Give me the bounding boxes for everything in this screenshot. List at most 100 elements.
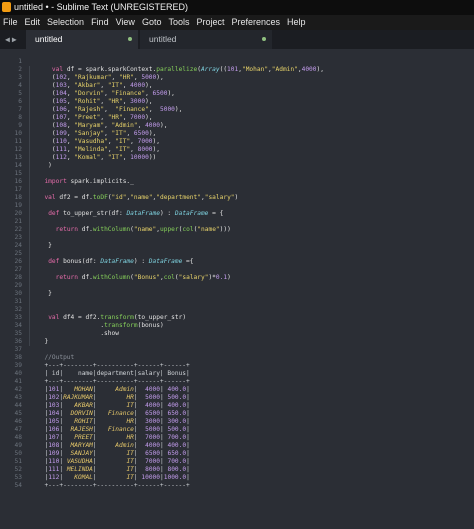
code-line[interactable]: //Output: [37, 354, 74, 362]
line-number: 6: [18, 98, 22, 105]
menu-bar: File Edit Selection Find View Goto Tools Projec…: [0, 15, 474, 30]
line-number: 43: [14, 394, 22, 401]
code-line[interactable]: (105, "Rohit", "HR", 3000),: [37, 98, 153, 106]
line-number: 37: [14, 346, 22, 353]
line-number: 50: [14, 450, 22, 457]
code-line[interactable]: import spark.implicits._: [37, 178, 133, 186]
code-line[interactable]: (112, "Komal", "IT", 10000)): [37, 154, 156, 162]
line-number: 16: [14, 178, 22, 185]
line-number: 38: [14, 354, 22, 361]
code-line[interactable]: |107| PREET| HR| 7000| 700.0|: [37, 434, 189, 442]
menu-project[interactable]: Project: [196, 17, 224, 27]
code-line[interactable]: |104| DORVIN| Finance| 6500| 650.0|: [37, 410, 189, 418]
code-line[interactable]: }: [37, 290, 52, 298]
code-line[interactable]: return df.withColumn("Bonus",col("salary…: [37, 274, 231, 282]
code-line[interactable]: }: [37, 242, 52, 250]
code-line[interactable]: |109| SANJAY| IT| 6500| 650.0|: [37, 450, 189, 458]
line-number: 26: [14, 258, 22, 265]
code-line[interactable]: |105| ROHIT| HR| 3000| 300.0|: [37, 418, 189, 426]
code-line[interactable]: (106, "Rajesh", "Finance", 5000),: [37, 106, 182, 114]
code-line[interactable]: |102|RAJKUMAR| HR| 5000| 500.0|: [37, 394, 189, 402]
code-line[interactable]: +---+--------+----------+------+------+: [37, 482, 189, 490]
code-line[interactable]: +---+--------+----------+------+------+: [37, 362, 189, 370]
code-line[interactable]: val df2 = df.toDF("id","name","departmen…: [37, 194, 238, 202]
code-line[interactable]: (107, "Preet", "HR", 7000),: [37, 114, 153, 122]
code-line[interactable]: +---+--------+----------+------+------+: [37, 378, 189, 386]
code-line[interactable]: (104, "Dorvin", "Finance", 6500),: [37, 90, 175, 98]
line-number: 10: [14, 130, 22, 137]
unsaved-dot-icon[interactable]: [262, 37, 266, 41]
line-number: 46: [14, 418, 22, 425]
tab-scroll-arrows-icon[interactable]: ◀▶: [5, 30, 19, 49]
line-number: 9: [18, 122, 22, 129]
line-number: 31: [14, 298, 22, 305]
line-number: 25: [14, 250, 22, 257]
code-line[interactable]: (108, "Maryam", "Admin", 4000),: [37, 122, 168, 130]
code-line[interactable]: |106| RAJESH| Finance| 5000| 500.0|: [37, 426, 189, 434]
menu-help[interactable]: Help: [287, 17, 306, 27]
tab-label: untitled: [149, 34, 177, 44]
line-number: 35: [14, 330, 22, 337]
code-line[interactable]: .show: [37, 330, 119, 338]
line-number: 52: [14, 466, 22, 473]
line-number: 4: [18, 82, 22, 89]
line-number: 53: [14, 474, 22, 481]
line-number: 20: [14, 210, 22, 217]
line-number: 14: [14, 162, 22, 169]
line-number: 54: [14, 482, 22, 489]
code-line[interactable]: }: [37, 338, 48, 346]
code-line[interactable]: .transform(bonus): [37, 322, 163, 330]
tab-label: untitled: [35, 34, 63, 44]
tab-untitled-active[interactable]: untitled: [26, 30, 138, 49]
line-number: 17: [14, 186, 22, 193]
code-line[interactable]: |110| VASUDHA| IT| 7000| 700.0|: [37, 458, 189, 466]
code-line[interactable]: def bonus(df: DataFrame) : DataFrame ={: [37, 258, 193, 266]
code-line[interactable]: (110, "Vasudha", "IT", 7000),: [37, 138, 160, 146]
code-line[interactable]: (102, "Rajkumar", "HR", 5000),: [37, 74, 164, 82]
line-number: 11: [14, 138, 22, 145]
code-line[interactable]: val df4 = df2.transform(to_upper_str): [37, 314, 186, 322]
tab-untitled[interactable]: untitled: [140, 30, 272, 49]
code-line[interactable]: (109, "Sanjay", "IT", 6500),: [37, 130, 156, 138]
line-number: 39: [14, 362, 22, 369]
menu-preferences[interactable]: Preferences: [231, 17, 280, 27]
line-number: 23: [14, 234, 22, 241]
menu-view[interactable]: View: [116, 17, 135, 27]
code-line[interactable]: | id| name|department|salary| Bonus|: [37, 370, 189, 378]
line-number: 18: [14, 194, 22, 201]
code-line[interactable]: def to_upper_str(df: DataFrame) : DataFr…: [37, 210, 223, 218]
sublime-logo-icon: [2, 1, 11, 12]
line-number: 29: [14, 282, 22, 289]
code-line[interactable]: (111, "Melinda", "IT", 8000),: [37, 146, 160, 154]
menu-find[interactable]: Find: [91, 17, 109, 27]
menu-edit[interactable]: Edit: [25, 17, 41, 27]
menu-selection[interactable]: Selection: [47, 17, 84, 27]
line-number: 21: [14, 218, 22, 225]
line-number: 49: [14, 442, 22, 449]
menu-tools[interactable]: Tools: [168, 17, 189, 27]
line-number: 34: [14, 322, 22, 329]
code-line[interactable]: |108| MARYAM| Admin| 4000| 400.0|: [37, 442, 189, 450]
code-line[interactable]: val df = spark.sparkContext.parallelize(…: [37, 66, 324, 74]
line-number: 33: [14, 314, 22, 321]
code-line[interactable]: |101| MOHAN| Admin| 4000| 400.0|: [37, 386, 189, 394]
code-line[interactable]: (103, "Akbar", "IT", 4000),: [37, 82, 153, 90]
code-editor[interactable]: 12 val df = spark.sparkContext.paralleli…: [0, 52, 474, 529]
window-title: untitled • - Sublime Text (UNREGISTERED): [14, 2, 189, 12]
code-line[interactable]: |111| MELINDA| IT| 8000| 800.0|: [37, 466, 189, 474]
code-line[interactable]: ): [37, 162, 52, 170]
line-number: 12: [14, 146, 22, 153]
code-line[interactable]: return df.withColumn("name",upper(col("n…: [37, 226, 231, 234]
unsaved-dot-icon[interactable]: [128, 37, 132, 41]
line-number: 51: [14, 458, 22, 465]
line-number: 19: [14, 202, 22, 209]
code-line[interactable]: |103| AKBAR| IT| 4000| 400.0|: [37, 402, 189, 410]
line-number: 22: [14, 226, 22, 233]
sublime-text-window: untitled • - Sublime Text (UNREGISTERED)…: [0, 0, 474, 529]
menu-file[interactable]: File: [3, 17, 18, 27]
line-number: 32: [14, 306, 22, 313]
menu-goto[interactable]: Goto: [142, 17, 162, 27]
line-number: 28: [14, 274, 22, 281]
code-line[interactable]: |112| KOMAL| IT| 10000|1000.0|: [37, 474, 189, 482]
line-number: 47: [14, 426, 22, 433]
